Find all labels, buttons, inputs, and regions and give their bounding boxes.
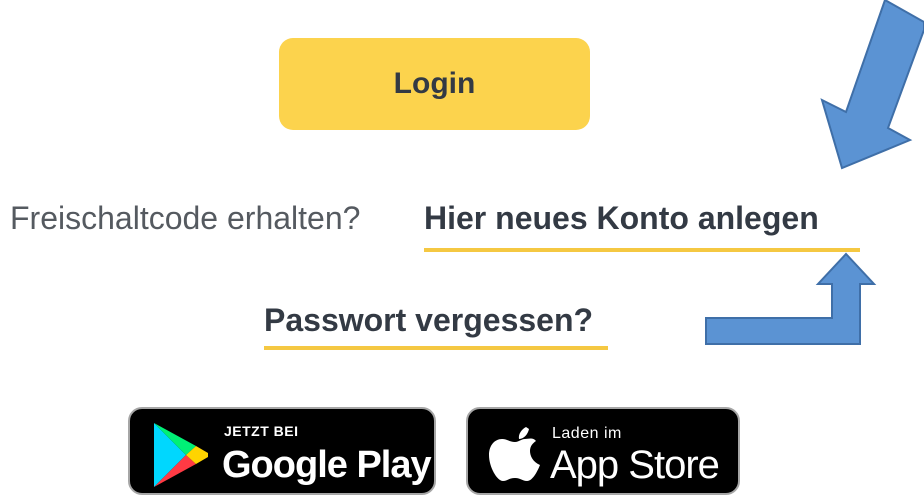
google-play-badge[interactable]: JETZT BEI Google Play (128, 407, 436, 495)
login-button[interactable]: Login (279, 38, 590, 130)
google-play-icon (154, 423, 208, 487)
forgot-password-link[interactable]: Passwort vergessen? (264, 300, 593, 340)
app-store-badge[interactable]: Laden im App Store (466, 407, 740, 495)
forgot-password-underline (264, 346, 608, 350)
elbow-arrow-icon (705, 252, 877, 345)
app-store-title: App Store (550, 443, 720, 487)
apple-icon (489, 427, 540, 481)
google-play-small-text: JETZT BEI (224, 423, 299, 439)
login-screen: Login Freischaltcode erhalten? Hier neue… (0, 0, 924, 497)
create-account-underline (424, 248, 860, 252)
google-play-title: Google Play (222, 444, 432, 486)
diagonal-arrow-icon (820, 0, 924, 170)
app-store-small-text: Laden im (552, 425, 622, 442)
register-prompt: Freischaltcode erhalten? (10, 200, 361, 236)
create-account-link[interactable]: Hier neues Konto anlegen (424, 198, 819, 238)
